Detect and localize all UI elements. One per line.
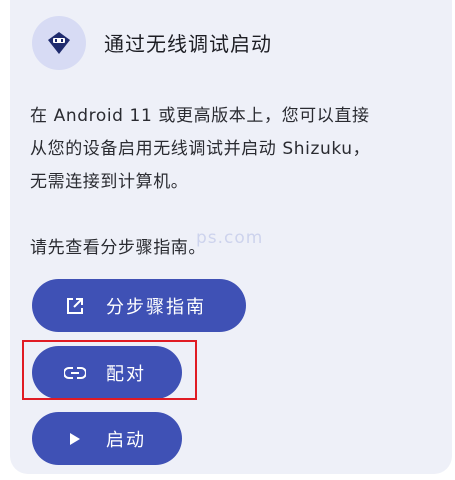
shizuku-icon (32, 16, 86, 70)
description-line: 无需连接到计算机。 (30, 172, 189, 192)
description-line: 从您的设备启用无线调试并启动 Shizuku， (30, 139, 371, 159)
start-label: 启动 (106, 429, 146, 451)
play-icon (64, 428, 86, 450)
start-button[interactable]: 启动 (32, 412, 182, 465)
wireless-debugging-card: 通过无线调试启动 在 Android 11 或更高版本上，您可以直接 从您的设备… (10, 0, 452, 474)
watermark: ps.com (196, 228, 264, 248)
step-guide-label: 分步骤指南 (106, 296, 206, 318)
description-line: 在 Android 11 或更高版本上，您可以直接 (30, 106, 370, 126)
highlight-box (22, 340, 197, 400)
step-guide-button[interactable]: 分步骤指南 (32, 279, 246, 332)
card-title: 通过无线调试启动 (104, 32, 272, 56)
open-in-new-icon (64, 295, 86, 317)
